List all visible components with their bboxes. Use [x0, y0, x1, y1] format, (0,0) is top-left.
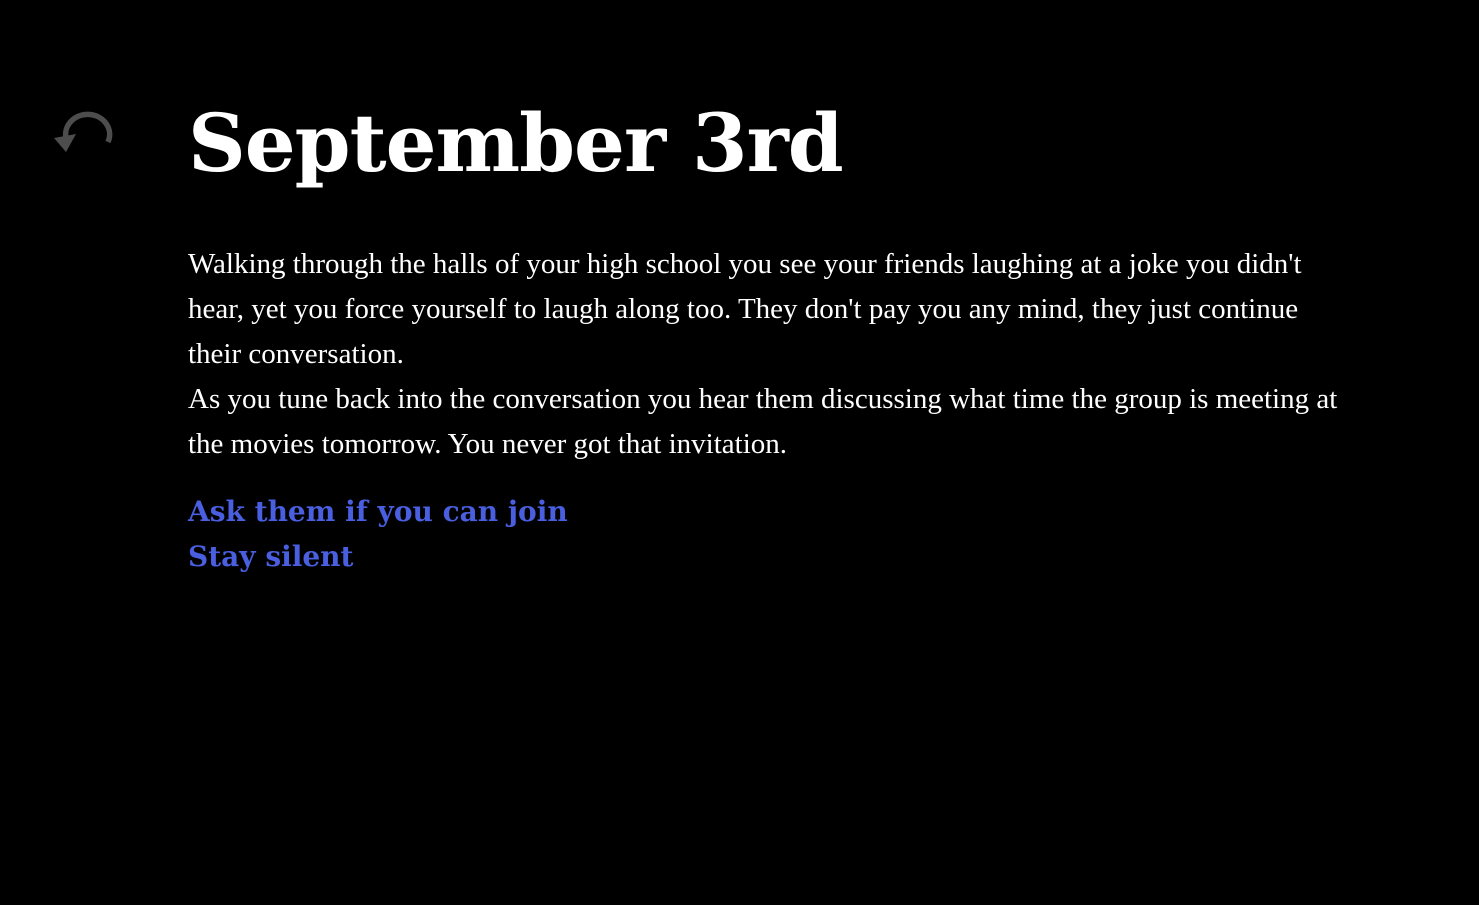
passage-paragraph: Walking through the halls of your high s… [188, 248, 1302, 370]
passage-text: Walking through the halls of your high s… [188, 242, 1348, 467]
passage-paragraph: As you tune back into the conversation y… [188, 383, 1338, 460]
undo-button[interactable] [52, 108, 116, 160]
choice-list: Ask them if you can join Stay silent [188, 489, 1348, 579]
passage-title: September 3rd [188, 96, 844, 190]
choice-link-ask-to-join[interactable]: Ask them if you can join [188, 489, 568, 534]
passage: September 3rd Walking through the halls … [188, 88, 1348, 579]
undo-arrow-icon [52, 108, 116, 160]
choice-link-stay-silent[interactable]: Stay silent [188, 534, 353, 579]
